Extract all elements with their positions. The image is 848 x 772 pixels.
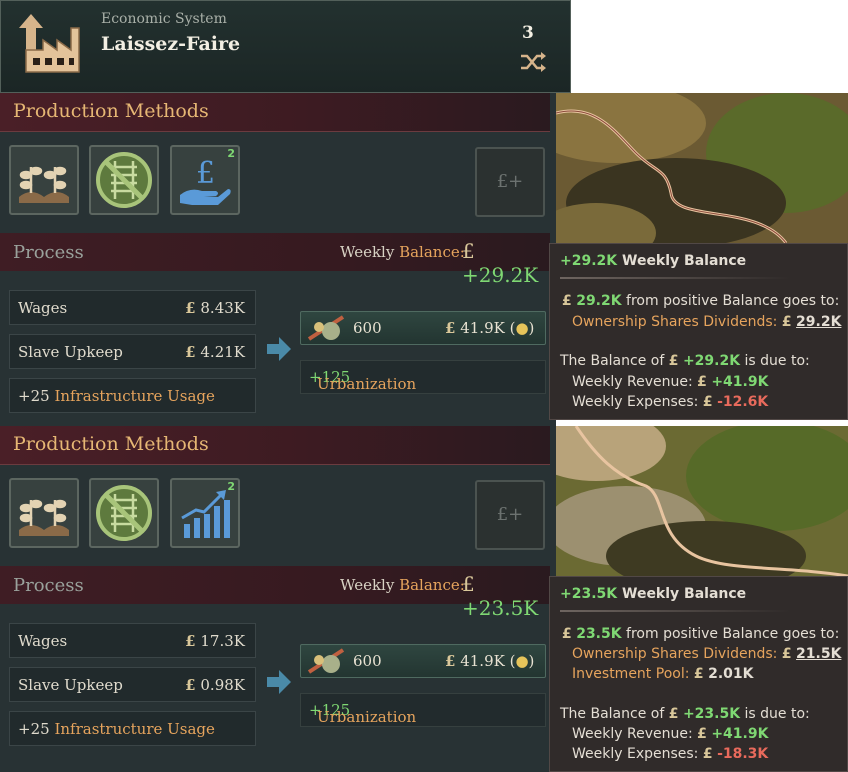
- input-wages[interactable]: Wages £ 8.43K: [9, 290, 256, 325]
- no-railway-icon: [96, 485, 152, 541]
- input-wages[interactable]: Wages £ 17.3K: [9, 623, 256, 658]
- output-urbanization[interactable]: +125 Urbanization: [300, 693, 546, 727]
- tools-goods-icon: [307, 648, 345, 674]
- production-methods-title: Production Methods: [13, 433, 209, 455]
- pm-button-no-railway[interactable]: [89, 145, 159, 215]
- weekly-balance-label[interactable]: Weekly Balance:: [340, 576, 465, 594]
- production-methods-title: Production Methods: [13, 100, 209, 122]
- factory-arrow-icon: [19, 14, 80, 73]
- process-header: Process Weekly Balance: £ +29.2K: [0, 233, 550, 287]
- arrow-right-icon: [267, 337, 291, 361]
- tools-goods-icon: [307, 315, 345, 341]
- weekly-balance-value[interactable]: £ +29.2K: [462, 239, 550, 287]
- weekly-balance-label[interactable]: Weekly Balance:: [340, 243, 465, 261]
- input-slave-upkeep[interactable]: Slave Upkeep £ 0.98K: [9, 667, 256, 702]
- svg-text:£: £: [196, 156, 215, 191]
- header-subtitle: Economic System: [101, 11, 227, 27]
- process-label: Process: [13, 242, 84, 263]
- production-methods-header: Production Methods: [0, 93, 550, 132]
- production-methods-header: Production Methods: [0, 426, 550, 465]
- map-view-bottom[interactable]: [556, 426, 848, 586]
- input-infrastructure[interactable]: +25 Infrastructure Usage: [9, 711, 256, 746]
- header-count: 3: [522, 23, 534, 43]
- tooltip-divider: [560, 277, 790, 279]
- tooltip-divider: [560, 610, 790, 612]
- header-title: Laissez-Faire: [101, 33, 241, 55]
- output-goods[interactable]: 600 £ 41.9K (●): [300, 311, 546, 345]
- shuffle-icon[interactable]: [519, 51, 547, 73]
- weekly-balance-tooltip: +29.2K Weekly Balance £ 29.2K from posit…: [549, 243, 848, 420]
- process-header: Process Weekly Balance: £ +23.5K: [0, 566, 550, 620]
- arrow-right-icon: [267, 670, 291, 694]
- plants-icon: [19, 499, 69, 536]
- plants-icon: [19, 166, 69, 203]
- pm-button-plants[interactable]: [9, 145, 79, 215]
- add-production-method-button[interactable]: £+: [475, 480, 545, 550]
- building-panel-1: Production Methods £ 2 £+ Process Weekly: [0, 93, 556, 426]
- map-view-top[interactable]: [556, 93, 848, 258]
- building-panel-2: Production Methods 2 £+ Process Weekly B…: [0, 426, 556, 772]
- add-production-method-button[interactable]: £+: [475, 147, 545, 217]
- pm-button-plants[interactable]: [9, 478, 79, 548]
- pm-button-no-railway[interactable]: [89, 478, 159, 548]
- input-infrastructure[interactable]: +25 Infrastructure Usage: [9, 378, 256, 413]
- output-goods[interactable]: 600 £ 41.9K (●): [300, 644, 546, 678]
- economic-system-header: Economic System Laissez-Faire 3: [0, 0, 571, 93]
- pound-plus-icon: £+: [496, 171, 524, 192]
- output-urbanization[interactable]: +125 Urbanization: [300, 360, 546, 394]
- pound-plus-icon: £+: [496, 504, 524, 525]
- input-slave-upkeep[interactable]: Slave Upkeep £ 4.21K: [9, 334, 256, 369]
- pm-button-pound-hand[interactable]: £ 2: [170, 145, 240, 215]
- process-label: Process: [13, 575, 84, 596]
- pm-badge: 2: [227, 480, 235, 493]
- weekly-balance-tooltip: +23.5K Weekly Balance £ 23.5K from posit…: [549, 576, 848, 772]
- no-railway-icon: [96, 152, 152, 208]
- pm-badge: 2: [227, 147, 235, 160]
- weekly-balance-value[interactable]: £ +23.5K: [462, 572, 550, 620]
- pm-button-rising-chart[interactable]: 2: [170, 478, 240, 548]
